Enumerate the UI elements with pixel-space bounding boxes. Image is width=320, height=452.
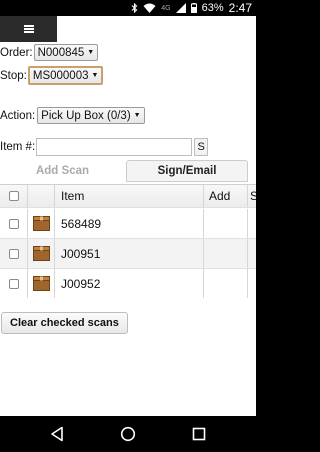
box-icon-cell (28, 239, 55, 268)
home-icon[interactable] (120, 426, 136, 442)
stop-row: Stop: MS000003 ▼ (0, 66, 104, 85)
status-icons: 4G 63% 2:47 (131, 1, 252, 15)
row-item: 568489 (55, 209, 204, 238)
stop-label: Stop: (0, 69, 27, 82)
recents-icon[interactable] (192, 426, 206, 442)
back-icon[interactable] (50, 426, 64, 442)
row-add (204, 209, 248, 238)
app-content: Order: N000845 ▼ Stop: MS000003 ▼ Action… (0, 16, 256, 416)
row-item: J00952 (55, 269, 204, 298)
icon-column-header (28, 185, 55, 207)
more-column-header[interactable]: S (248, 185, 256, 207)
item-number-input[interactable] (36, 138, 193, 156)
row-add (204, 269, 248, 298)
box-icon (32, 246, 50, 261)
android-nav-bar (0, 416, 256, 452)
action-label: Action: (0, 109, 36, 122)
item-column-header[interactable]: Item (55, 185, 204, 207)
order-select[interactable]: N000845 ▼ (33, 44, 99, 61)
grid-header: Item Add S (0, 185, 256, 208)
hamburger-icon (23, 25, 34, 33)
box-icon (32, 276, 50, 291)
row-checkbox[interactable] (8, 248, 19, 259)
stop-value: MS000003 (32, 69, 89, 82)
scan-s-button[interactable]: S (194, 138, 209, 156)
item-row: Item #: S (0, 138, 209, 156)
order-value: N000845 (37, 46, 85, 59)
row-more (248, 239, 256, 268)
select-all-checkbox[interactable] (8, 191, 19, 201)
row-item: J00951 (55, 239, 204, 268)
cell-signal-icon (175, 3, 186, 13)
clear-checked-scans-button[interactable]: Clear checked scans (1, 312, 128, 334)
dropdown-arrow-icon: ▼ (91, 72, 99, 79)
box-icon-cell (28, 269, 55, 298)
wifi-icon (143, 3, 156, 13)
tab-add-scan[interactable]: Add Scan (0, 160, 125, 182)
battery-percent: 63% (201, 2, 224, 14)
select-all-checkbox-cell (0, 185, 28, 207)
menu-button[interactable] (0, 16, 57, 42)
order-label: Order: (0, 46, 33, 59)
tab-sign-email[interactable]: Sign/Email (126, 160, 248, 182)
dropdown-arrow-icon: ▼ (87, 49, 95, 56)
table-row[interactable]: J00951 (0, 239, 256, 269)
network-label: 4G (161, 4, 171, 12)
row-checkbox-cell (0, 209, 28, 238)
status-bar: 4G 63% 2:47 (0, 0, 256, 16)
box-icon-cell (28, 209, 55, 238)
stop-select[interactable]: MS000003 ▼ (27, 66, 104, 85)
row-checkbox-cell (0, 239, 28, 268)
item-label: Item #: (0, 141, 36, 153)
row-checkbox[interactable] (8, 218, 19, 229)
bluetooth-icon (131, 3, 138, 13)
battery-icon (190, 3, 197, 13)
row-more (248, 269, 256, 298)
scan-grid: Item Add S 568489 J00951 J00952 (0, 184, 256, 298)
table-row[interactable]: 568489 (0, 209, 256, 239)
row-add (204, 239, 248, 268)
tab-bar: Add Scan Sign/Email (0, 160, 256, 182)
action-select[interactable]: Pick Up Box (0/3) ▼ (37, 107, 145, 124)
clock: 2:47 (228, 1, 252, 15)
row-more (248, 209, 256, 238)
box-icon (32, 216, 50, 231)
action-value: Pick Up Box (0/3) (41, 109, 131, 122)
row-checkbox[interactable] (8, 278, 19, 289)
action-row: Action: Pick Up Box (0/3) ▼ (0, 107, 145, 124)
dropdown-arrow-icon: ▼ (133, 112, 141, 119)
add-column-header[interactable]: Add (204, 185, 248, 207)
order-row: Order: N000845 ▼ (0, 44, 99, 61)
table-row[interactable]: J00952 (0, 269, 256, 298)
row-checkbox-cell (0, 269, 28, 298)
